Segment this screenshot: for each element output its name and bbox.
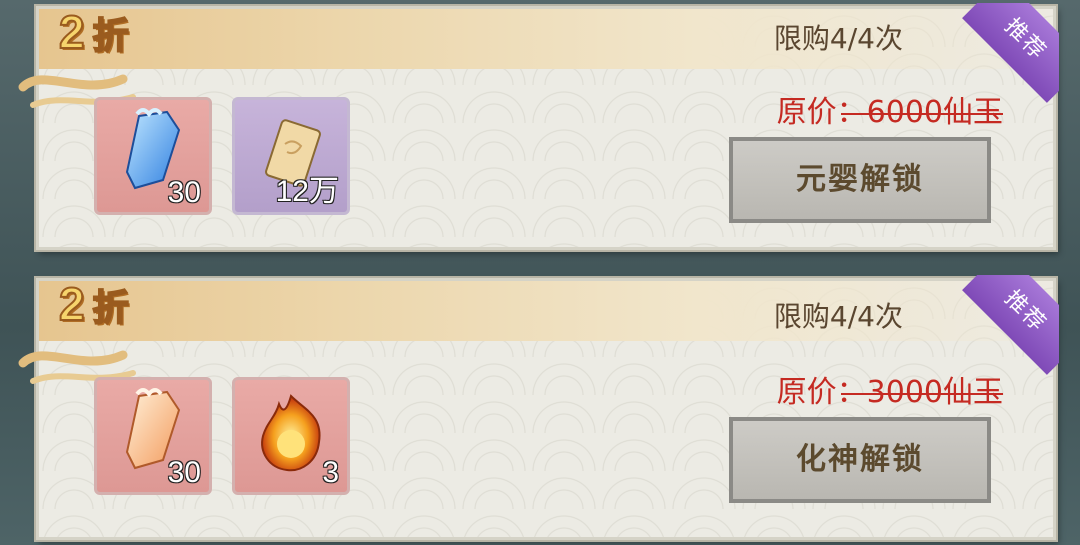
discount-number: 2: [58, 277, 87, 331]
reward-item[interactable]: 30: [94, 97, 212, 215]
item-count: 12万: [275, 174, 340, 209]
discount-unit: 折: [92, 286, 131, 329]
reward-item[interactable]: 12万: [232, 97, 350, 215]
original-price: 原价：3000仙玉: [777, 367, 1003, 411]
original-price: 原价：6000仙玉: [777, 87, 1003, 131]
discount-label: 2折: [58, 5, 131, 59]
discount-number: 2: [58, 5, 87, 59]
reward-item[interactable]: 30: [94, 377, 212, 495]
discount-unit: 折: [92, 14, 131, 57]
item-count: 3: [322, 455, 340, 490]
discount-label: 2折: [58, 277, 131, 331]
unlock-button[interactable]: 化神解锁: [729, 417, 991, 503]
purchase-limit: 限购4/4次: [773, 300, 903, 333]
unlock-button[interactable]: 元婴解锁: [729, 137, 991, 223]
strikethrough-line: [840, 112, 1003, 115]
reward-item[interactable]: 3: [232, 377, 350, 495]
offer-card: 2折 限购4/4次 推荐 30 3 原价：3000仙玉 化神解锁: [18, 275, 1059, 540]
strikethrough-line: [840, 392, 1003, 395]
recommend-badge-label: 推荐: [962, 275, 1059, 375]
item-count: 30: [167, 455, 202, 490]
purchase-limit: 限购4/4次: [773, 22, 903, 55]
offer-card: 2折 限购4/4次 推荐 30 12万 原价：6000仙玉 元婴解锁: [18, 3, 1059, 250]
recommend-badge: 推荐: [959, 275, 1059, 375]
item-count: 30: [167, 175, 202, 210]
